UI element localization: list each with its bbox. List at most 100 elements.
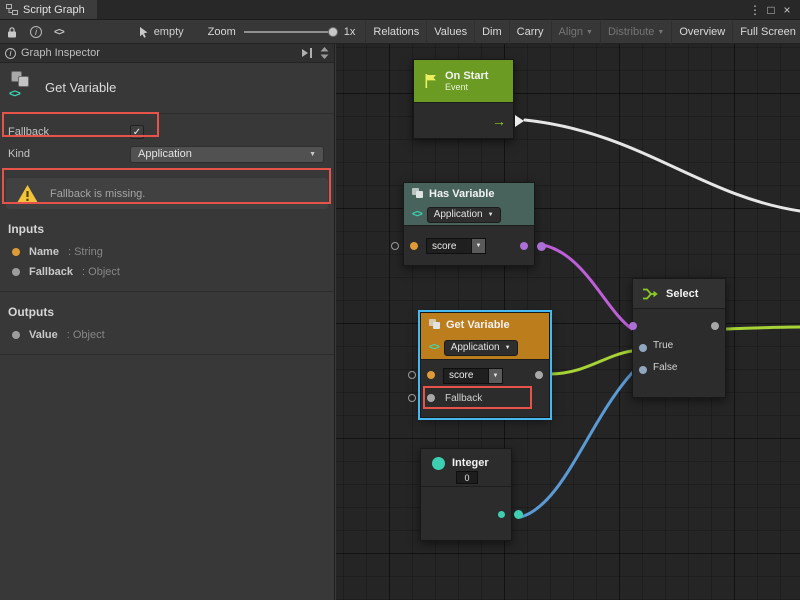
distribute-label: Distribute xyxy=(608,26,654,38)
dim-button[interactable]: Dim xyxy=(474,21,509,44)
port-type: : Object xyxy=(82,266,120,278)
info-icon: i xyxy=(30,26,42,38)
has-variable-kind-dropdown[interactable]: Application ▼ xyxy=(427,207,501,223)
relations-button[interactable]: Relations xyxy=(365,21,426,44)
wire-getvariable-to-select-true[interactable] xyxy=(550,351,632,374)
node-title: On Start xyxy=(445,70,488,82)
graph-canvas[interactable]: On Start Event → Has Variable <> Applic xyxy=(336,44,800,600)
name-port-unconnected[interactable] xyxy=(391,242,399,250)
value-port[interactable] xyxy=(535,371,543,379)
variable-icon xyxy=(412,188,424,199)
fallback-checkbox[interactable]: ✓ xyxy=(130,125,144,139)
dock-icon[interactable] xyxy=(301,48,314,58)
graph-toolbar: i <> empty Zoom 1x Relations Values Dim … xyxy=(0,21,800,44)
inspector-header-icons xyxy=(301,47,329,59)
maximize-icon[interactable]: □ xyxy=(763,1,779,19)
on-start-body: → xyxy=(414,102,513,138)
kind-value: Application xyxy=(451,342,500,353)
tab-label: Script Graph xyxy=(23,4,85,16)
name-port-unconnected[interactable] xyxy=(408,371,416,379)
node-select[interactable]: Select True False xyxy=(632,278,726,398)
integer-output-port[interactable] xyxy=(498,511,505,518)
node-title: Select xyxy=(666,288,698,300)
wire-select-output[interactable] xyxy=(726,327,800,329)
node-title: Integer xyxy=(452,457,489,469)
kind-dropdown[interactable]: Application ▼ xyxy=(130,146,324,163)
node-title: Has Variable xyxy=(429,188,494,200)
on-start-header: On Start Event xyxy=(414,60,513,102)
name-port[interactable] xyxy=(427,371,435,379)
has-variable-body: score ▼ xyxy=(404,225,534,265)
node-get-variable[interactable]: Get Variable <> Application ▼ score ▼ xyxy=(420,312,550,418)
close-icon[interactable]: × xyxy=(779,1,795,19)
get-variable-fallback-row: Fallback xyxy=(421,387,549,410)
chevron-down-icon: ▼ xyxy=(309,151,316,158)
chevron-down-icon[interactable]: ▼ xyxy=(472,238,486,254)
port-name: Name xyxy=(29,246,59,258)
wire-hasvariable-to-select-condition[interactable] xyxy=(543,245,632,329)
lock-button[interactable] xyxy=(0,21,24,44)
scroll-arrows-icon[interactable] xyxy=(320,47,329,59)
variable-square-icon xyxy=(18,76,29,87)
variable-name-field[interactable]: score ▼ xyxy=(443,368,503,384)
chevron-down-icon[interactable]: ▼ xyxy=(489,368,503,384)
select-icon xyxy=(642,287,659,301)
carry-button[interactable]: Carry xyxy=(509,21,551,44)
zoom-control: Zoom 1x xyxy=(208,26,356,38)
outputs-heading: Outputs xyxy=(0,292,334,325)
variable-name-field[interactable]: score ▼ xyxy=(426,238,534,254)
full-screen-button[interactable]: Full Screen xyxy=(732,21,800,44)
true-port[interactable] xyxy=(639,344,647,352)
has-variable-header: Has Variable <> Application ▼ xyxy=(404,183,534,225)
false-port[interactable] xyxy=(639,366,647,374)
menu-icon[interactable]: ⋮ xyxy=(747,1,763,19)
result-port[interactable] xyxy=(520,242,528,250)
code-icon: <> xyxy=(412,209,422,220)
condition-port[interactable] xyxy=(629,322,637,330)
wire-onstart-control[interactable] xyxy=(525,120,800,211)
node-integer[interactable]: Integer 0 xyxy=(420,448,512,541)
true-port-label: True xyxy=(653,340,673,351)
align-button[interactable]: Align ▼ xyxy=(551,21,600,44)
distribute-button[interactable]: Distribute ▼ xyxy=(600,21,671,44)
zoom-slider[interactable] xyxy=(244,31,336,33)
code-view-button[interactable]: <> xyxy=(48,21,70,44)
integer-value-field[interactable]: 0 xyxy=(456,471,478,484)
dim-label: Dim xyxy=(482,26,502,38)
zoom-label: Zoom xyxy=(208,26,236,38)
info-icon: i xyxy=(5,48,16,59)
result-port-connected[interactable] xyxy=(537,242,546,251)
false-port-label: False xyxy=(653,362,677,373)
selection-output-port[interactable] xyxy=(711,322,719,330)
tab-script-graph[interactable]: Script Graph xyxy=(0,0,97,19)
name-port[interactable] xyxy=(410,242,418,250)
overview-button[interactable]: Overview xyxy=(671,21,732,44)
control-output-arrow-icon: → xyxy=(492,113,506,129)
pointer-icon xyxy=(138,26,149,38)
chevron-down-icon: ▼ xyxy=(488,212,494,218)
zoom-slider-knob[interactable] xyxy=(328,27,338,37)
port-name: Value xyxy=(29,329,58,341)
output-port-row-value: Value : Object xyxy=(0,325,334,345)
control-output-port[interactable] xyxy=(515,115,524,127)
port-type: : Object xyxy=(67,329,105,341)
variable-name-value[interactable]: score xyxy=(443,368,489,384)
fallback-port-unconnected[interactable] xyxy=(408,394,416,402)
fallback-port[interactable] xyxy=(427,394,435,402)
variable-name-value[interactable]: score xyxy=(426,238,472,254)
get-variable-kind-dropdown[interactable]: Application ▼ xyxy=(444,340,518,356)
inspect-button[interactable]: i xyxy=(24,21,48,44)
check-icon: ✓ xyxy=(133,127,141,138)
integer-output-connected[interactable] xyxy=(514,510,523,519)
get-variable-body: score ▼ Fallback xyxy=(421,359,549,410)
node-has-variable[interactable]: Has Variable <> Application ▼ score ▼ xyxy=(403,182,535,266)
node-on-start[interactable]: On Start Event → xyxy=(413,59,514,139)
values-label: Values xyxy=(434,26,467,38)
graph-inspector-panel: i Graph Inspector <> Get Variable xyxy=(0,44,335,600)
zoom-value: 1x xyxy=(344,26,356,38)
variable-icon xyxy=(429,319,441,330)
fallback-property-label: Fallback xyxy=(8,126,130,138)
kind-value: Application xyxy=(434,209,483,220)
wires-layer xyxy=(336,44,800,600)
values-button[interactable]: Values xyxy=(426,21,474,44)
